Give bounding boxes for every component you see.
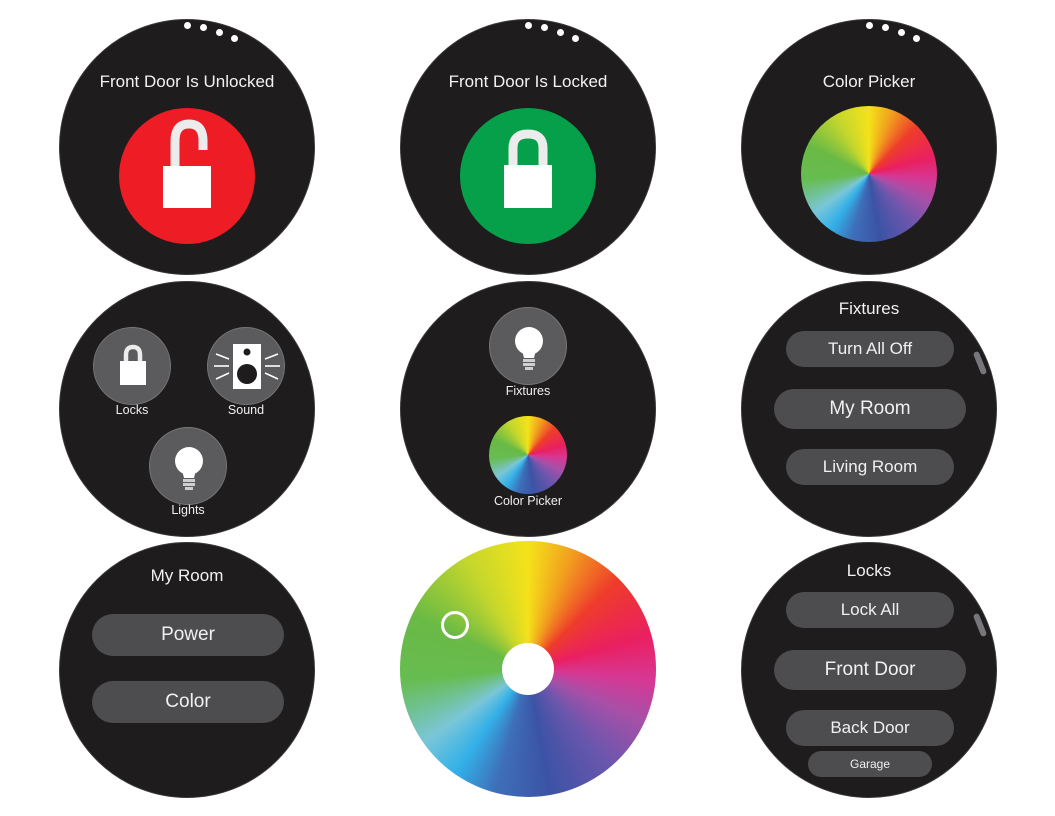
- scrollbar[interactable]: [972, 612, 988, 638]
- watch-screen-my-room: My Room Power Color: [59, 542, 315, 798]
- menu-label-locks: Locks: [115, 403, 149, 417]
- open-padlock-icon: [163, 119, 211, 208]
- watch-screen-home-menu: Locks Sound Lights: [59, 281, 315, 537]
- watch-screen-locks: Locks Lock All Front Door Back Door Gara…: [741, 542, 997, 798]
- list-item-garage[interactable]: Garage: [808, 751, 932, 777]
- sound-menu-button[interactable]: [207, 327, 285, 405]
- watch-screen-color-picker: Color Picker: [741, 19, 997, 275]
- watch-screen-unlocked: Front Door Is Unlocked: [59, 19, 315, 275]
- color-selection-ring[interactable]: [441, 611, 469, 639]
- unlocked-status-button[interactable]: [119, 108, 255, 244]
- color-wheel-center: [502, 643, 554, 695]
- closed-padlock-icon: [504, 129, 552, 208]
- screen-title: Fixtures: [838, 299, 900, 318]
- watch-screen-lights-menu: Fixtures Color Picker: [400, 281, 656, 537]
- color-wheel[interactable]: [801, 106, 937, 242]
- list-item-living-room[interactable]: Living Room: [786, 449, 954, 485]
- list-item-my-room[interactable]: My Room: [774, 389, 966, 429]
- menu-label-lights: Lights: [171, 503, 205, 517]
- power-button[interactable]: Power: [92, 614, 284, 656]
- screen-title: Front Door Is Unlocked: [99, 72, 275, 91]
- lightbulb-icon: [175, 447, 203, 490]
- watch-screen-fixtures: Fixtures Turn All Off My Room Living Roo…: [741, 281, 997, 537]
- list-item-lock-all[interactable]: Lock All: [786, 592, 954, 628]
- menu-label-sound: Sound: [227, 403, 265, 417]
- screen-title: Locks: [846, 561, 892, 580]
- list-item-turn-all-off[interactable]: Turn All Off: [786, 331, 954, 367]
- color-picker-menu-button[interactable]: [489, 416, 567, 494]
- fixtures-menu-button[interactable]: [489, 307, 567, 385]
- color-button[interactable]: Color: [92, 681, 284, 723]
- scrollbar[interactable]: [972, 350, 988, 376]
- full-color-wheel[interactable]: [400, 541, 656, 797]
- lights-menu-button[interactable]: [149, 427, 227, 505]
- screen-title: Front Door Is Locked: [448, 72, 608, 91]
- speaker-icon: [214, 344, 280, 389]
- watch-screen-locked: Front Door Is Locked: [400, 19, 656, 275]
- screen-title: My Room: [150, 566, 224, 585]
- padlock-icon: [120, 344, 146, 385]
- menu-label-fixtures: Fixtures: [505, 384, 551, 398]
- list-item-back-door[interactable]: Back Door: [786, 710, 954, 746]
- lightbulb-icon: [515, 327, 543, 370]
- list-item-front-door[interactable]: Front Door: [774, 650, 966, 690]
- screen-title: Color Picker: [822, 72, 916, 91]
- menu-label-color-picker: Color Picker: [493, 494, 563, 508]
- locks-menu-button[interactable]: [93, 327, 171, 405]
- locked-status-button[interactable]: [460, 108, 596, 244]
